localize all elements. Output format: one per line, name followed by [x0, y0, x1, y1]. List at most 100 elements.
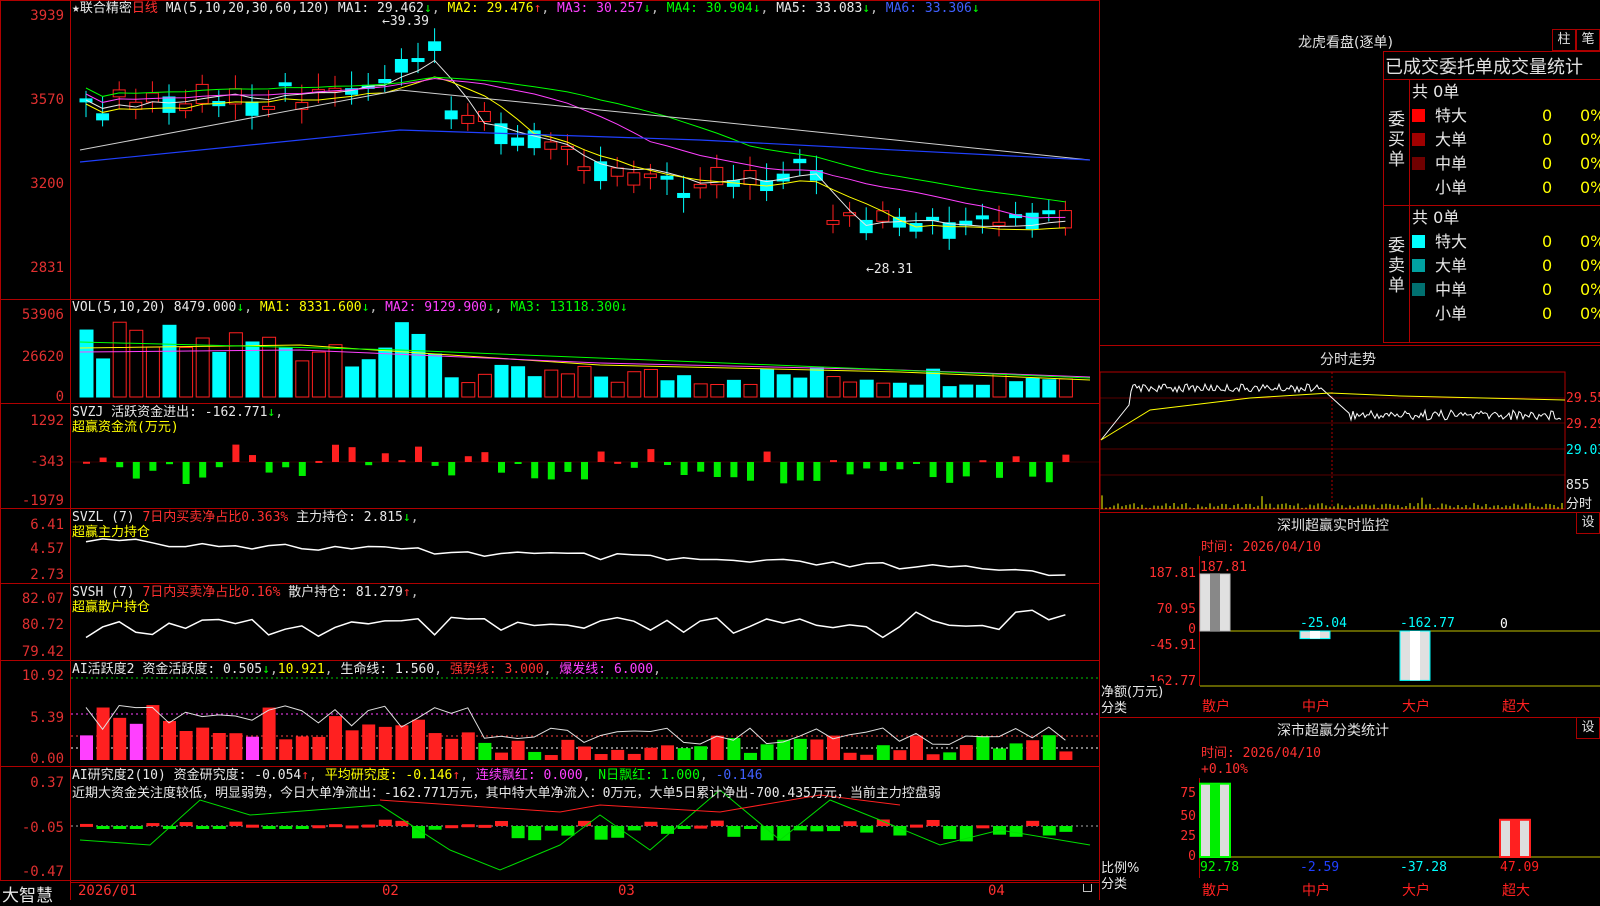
ai-research-bar	[860, 826, 874, 833]
sz-monitor-bar	[1299, 630, 1331, 640]
ai-active-bar	[445, 738, 459, 760]
ma4-arrow: ↓	[752, 1, 761, 16]
ai-research-bar	[926, 819, 940, 826]
tick-view-button[interactable]: 笔	[1576, 29, 1600, 51]
ai-active-bar	[893, 750, 907, 760]
sz-monitor-category: 大户	[1402, 698, 1430, 715]
svzj-bar	[697, 462, 705, 472]
ai-active-bar	[279, 739, 293, 760]
order-swatch	[1412, 235, 1425, 248]
ai-research-bar	[744, 826, 757, 829]
volume-bar	[876, 382, 891, 398]
candle-body	[278, 82, 292, 87]
candle-body	[975, 215, 989, 220]
sz-stats-top-line	[1100, 717, 1600, 718]
period-label[interactable]: 日线	[132, 1, 158, 16]
svzj-bar	[348, 447, 356, 462]
ai-research-bar	[627, 826, 641, 831]
ai-active-bar	[694, 746, 708, 760]
ai-active-bar	[395, 725, 409, 760]
ma6-arrow: ↓	[971, 1, 980, 16]
candle-body	[627, 172, 641, 186]
volume-bar	[544, 369, 559, 398]
ai-active-bar	[345, 730, 359, 760]
low-value: 28.31	[873, 262, 913, 277]
svsh-title: SVSH (7)	[72, 585, 135, 600]
ai-research-bar	[528, 826, 542, 841]
ai-active-bar	[146, 705, 160, 760]
volume-bar	[793, 377, 808, 398]
sz-stats-settings-button[interactable]: 设	[1576, 717, 1600, 739]
ai-active-bar	[96, 707, 110, 760]
ai-research-bar	[1026, 820, 1040, 826]
volume-bar	[511, 366, 526, 398]
order-count: 0	[1542, 280, 1553, 299]
svzj-bar	[896, 462, 904, 470]
order-row: 大单 0 0%	[1412, 128, 1600, 152]
svzl-label1: 7日内买卖净占比0.363%	[142, 510, 289, 525]
ai-research-bar	[179, 822, 193, 826]
order-type: 中单	[1435, 280, 1468, 299]
svzj-bar	[713, 462, 721, 478]
order-type: 特大	[1435, 106, 1468, 125]
ai-active-header: AI活跃度2 资金活跃度: 0.505↓,10.921, 生命线: 1.560,…	[72, 662, 661, 677]
ai-active-bar	[727, 738, 741, 760]
order-row: 小单 0 0%	[1412, 302, 1600, 326]
svzj-bar	[116, 462, 124, 468]
sz-stats-value: 92.78	[1200, 860, 1239, 875]
candle-body	[544, 141, 558, 150]
ai-active-bar	[495, 752, 508, 760]
volume-bar	[228, 332, 243, 398]
ai-research-bar	[544, 826, 558, 831]
sz-stats-bar	[1499, 818, 1531, 858]
order-type: 大单	[1435, 256, 1468, 275]
ai-active-bar	[329, 716, 342, 760]
volume-bar	[411, 333, 426, 398]
candle-body	[411, 58, 425, 63]
ai-active-bar	[677, 748, 691, 760]
ai-active-bar	[528, 751, 542, 760]
volume-bar	[361, 359, 376, 398]
column-view-button[interactable]: 柱	[1552, 29, 1576, 51]
main-chart-canvas[interactable]	[0, 0, 1100, 900]
ai-active-bar	[544, 755, 558, 760]
svzj-bar	[481, 452, 489, 462]
order-swatch	[1412, 259, 1425, 272]
candle-body	[660, 175, 674, 180]
intraday-axis-3: 855	[1566, 478, 1590, 493]
stock-name[interactable]: 联合精密	[80, 1, 132, 16]
ai-active-bar	[976, 736, 990, 760]
high-marker: ←39.39	[382, 14, 429, 29]
app-logo[interactable]: 大智慧	[2, 881, 53, 906]
ai-active-bar	[993, 748, 1006, 760]
order-count: 0	[1542, 154, 1553, 173]
ai-active-bar	[710, 735, 724, 760]
order-swatch	[1412, 157, 1425, 170]
longhu-title: 龙虎看盘(逐单)	[1298, 35, 1393, 51]
volume-bar	[79, 329, 94, 398]
ai-research-bar	[810, 826, 824, 832]
order-row: 中单 0 0%	[1412, 152, 1600, 176]
ai-research-bar	[478, 824, 492, 828]
ai-research-bar	[843, 821, 857, 826]
ma6-value: MA6: 33.306	[885, 1, 972, 16]
svzj-bar	[830, 460, 837, 463]
intraday-title: 分时走势	[1320, 352, 1376, 368]
ma3-value: MA3: 30.257	[557, 1, 644, 16]
order-type: 大单	[1435, 130, 1468, 149]
svzj-bar	[298, 462, 306, 476]
svzj-bar	[1045, 462, 1053, 483]
volume-bar	[776, 374, 791, 398]
svsh-label2: 散户持仓: 81.279	[288, 585, 403, 600]
ai-research-bar	[113, 826, 127, 829]
candle-body	[992, 221, 1006, 227]
ai-active-bar	[1026, 740, 1040, 760]
lock-icon[interactable]	[1083, 884, 1092, 892]
svzl-label2: 主力持仓: 2.815	[296, 510, 403, 525]
sz-monitor-settings-button[interactable]: 设	[1576, 512, 1600, 534]
candle-body	[942, 222, 956, 239]
svzj-bar	[846, 462, 854, 475]
ai-active-bar	[179, 731, 193, 760]
svzj-bar	[581, 462, 588, 480]
volume-bar	[527, 376, 542, 398]
